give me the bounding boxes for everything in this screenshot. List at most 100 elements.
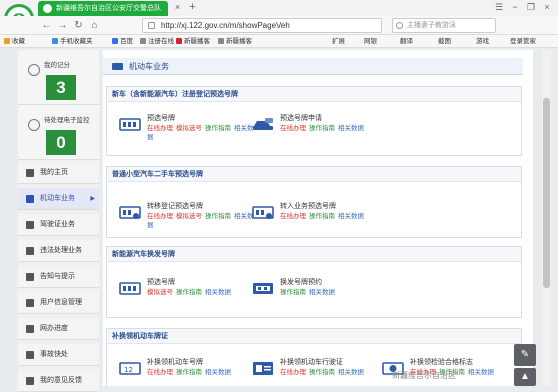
heading-text: 机动车业务	[129, 62, 169, 71]
camera-icon	[28, 119, 40, 131]
accident-icon	[26, 351, 34, 359]
bookmark-icon	[218, 38, 224, 44]
minimize-button[interactable]: −	[508, 1, 522, 14]
link-data[interactable]: 相关数据	[338, 213, 364, 220]
bookmark-item[interactable]: 新疆播客	[176, 36, 210, 47]
link-online[interactable]: 在线办理	[147, 125, 173, 132]
service-name: 预选号牌申请	[280, 115, 322, 122]
extension-item[interactable]: 网银	[364, 36, 377, 47]
service-item[interactable]: 转移登记预选号牌 在线办理 模拟选号 操作指南 相关数据	[119, 201, 259, 235]
refresh-icon[interactable]: ↻	[72, 19, 85, 32]
link-data[interactable]: 相关数据	[338, 125, 364, 132]
link-online[interactable]: 在线办理	[147, 369, 173, 376]
sidebar-item-license[interactable]: 驾驶证业务	[18, 214, 99, 236]
back-icon[interactable]: ←	[40, 19, 53, 32]
transfer-plate-icon	[119, 206, 141, 219]
link-data[interactable]: 相关数据	[468, 369, 494, 376]
service-name: 换发号牌预约	[280, 279, 322, 286]
extension-item[interactable]: 游戏	[476, 36, 489, 47]
vertical-scrollbar[interactable]	[542, 50, 551, 386]
monitor-card[interactable]: 待处理电子监控 0	[18, 105, 99, 160]
menu-label: 我的意见反馈	[40, 377, 82, 384]
main-content: 机动车业务 新车（含新能源汽车）注册登记预选号牌 预选号牌 在线办理 模拟选号 操作…	[103, 50, 533, 386]
calendar-plate-icon	[253, 283, 273, 294]
section-replace: 补换领机动车牌证 12 补换领机动车号牌 在线办理 操作指南 相关数据 补换领机动车…	[106, 328, 522, 386]
bookmark-item[interactable]: 收藏	[4, 36, 25, 47]
link-guide[interactable]: 操作指南	[205, 213, 231, 220]
browser-tab[interactable]: 新疆维吾尔自治区公安厅交警总队	[38, 1, 168, 16]
link-guide[interactable]: 操作指南	[309, 369, 335, 376]
service-links: 在线办理 操作指南 相关数据	[147, 368, 257, 377]
bookmark-item[interactable]: 手机收藏夹	[52, 36, 93, 47]
menu-icon[interactable]: ☰	[492, 1, 506, 14]
service-name: 补换领检验合格标志	[410, 359, 473, 366]
search-icon	[396, 22, 403, 29]
link-guide[interactable]: 操作指南	[176, 289, 202, 296]
forward-icon[interactable]: →	[56, 19, 69, 32]
service-links: 操作指南 相关数据	[280, 288, 390, 297]
service-links: 在线办理 操作指南 相关数据	[280, 368, 390, 377]
progress-icon	[26, 325, 34, 333]
link-simulate[interactable]: 模拟选号	[147, 289, 173, 296]
search-placeholder: 主播妻子教游泳	[407, 22, 456, 29]
extension-item[interactable]: 翻译	[400, 36, 413, 47]
address-bar[interactable]: http://xj.122.gov.cn/m/showPageVeh	[142, 18, 382, 33]
section-title: 新车（含新能源汽车）注册登记预选号牌	[107, 87, 521, 102]
link-simulate[interactable]: 模拟选号	[176, 125, 202, 132]
sidebar-item-home[interactable]: 我的主页	[18, 162, 99, 184]
user-icon	[26, 299, 34, 307]
link-data[interactable]: 相关数据	[338, 369, 364, 376]
link-online[interactable]: 在线办理	[280, 125, 306, 132]
service-name: 补换领机动车行驶证	[280, 359, 343, 366]
tab-close-icon[interactable]: ×	[172, 2, 183, 13]
sidebar-item-user[interactable]: 用户信息管理	[18, 292, 99, 314]
sidebar-item-feedback[interactable]: 我的意见反馈	[18, 370, 99, 392]
extension-item[interactable]: 截图	[438, 36, 451, 47]
bookmark-item[interactable]: 新疆播客	[218, 36, 252, 47]
link-guide[interactable]: 操作指南	[280, 289, 306, 296]
section-used-car: 普通小型汽车二手车预选号牌 转移登记预选号牌 在线办理 模拟选号 操作指南 相关数据 …	[106, 166, 522, 238]
service-item[interactable]: 预选号牌 模拟选号 操作指南 相关数据	[119, 277, 259, 311]
service-item[interactable]: 预选号牌申请 在线办理 操作指南 相关数据	[252, 113, 392, 147]
sidebar-item-vehicle[interactable]: 机动车业务 ▶	[18, 188, 99, 210]
sidebar-item-progress[interactable]: 网办进度	[18, 318, 99, 340]
link-data[interactable]: 相关数据	[205, 369, 231, 376]
service-name: 预选号牌	[147, 115, 175, 122]
service-links: 在线办理 操作指南 相关数据	[280, 212, 390, 221]
sidebar-item-violation[interactable]: 违法处理业务	[18, 240, 99, 262]
navigation-bar: ← → ↻ ⌂ http://xj.122.gov.cn/m/showPageV…	[0, 16, 558, 35]
link-data[interactable]: 相关数据	[309, 289, 335, 296]
service-name: 补换领机动车号牌	[147, 359, 203, 366]
home-icon[interactable]: ⌂	[88, 19, 101, 32]
scroll-thumb[interactable]	[543, 98, 550, 288]
restore-button[interactable]: ❐	[524, 1, 538, 14]
link-guide[interactable]: 操作指南	[309, 125, 335, 132]
link-online[interactable]: 在线办理	[280, 213, 306, 220]
content-heading: 机动车业务	[103, 58, 523, 75]
bookmark-item[interactable]: 注册在线	[140, 36, 174, 47]
service-item[interactable]: 预选号牌 在线办理 模拟选号 操作指南 相关数据	[119, 113, 259, 147]
service-item[interactable]: 转入业务预选号牌 在线办理 操作指南 相关数据	[252, 201, 392, 235]
link-guide[interactable]: 操作指南	[176, 369, 202, 376]
back-to-top-button[interactable]: ▲	[514, 368, 536, 386]
bookmark-item[interactable]: 百度	[112, 36, 133, 47]
sidebar-item-notice[interactable]: 告知与提示	[18, 266, 99, 288]
extension-item[interactable]: 扩展	[332, 36, 345, 47]
plate-icon	[119, 282, 141, 295]
link-simulate[interactable]: 模拟选号	[176, 213, 202, 220]
link-guide[interactable]: 操作指南	[205, 125, 231, 132]
search-input[interactable]: 主播妻子教游泳	[392, 18, 496, 33]
extension-item[interactable]: 登录管家	[510, 36, 536, 47]
sidebar-item-accident[interactable]: 事故快处	[18, 344, 99, 366]
link-online[interactable]: 在线办理	[280, 369, 306, 376]
edit-button[interactable]: ✎	[514, 344, 536, 366]
link-data[interactable]: 相关数据	[205, 289, 231, 296]
service-name: 转移登记预选号牌	[147, 203, 203, 210]
new-tab-button[interactable]: +	[187, 2, 198, 13]
megaphone-icon	[26, 273, 34, 281]
score-card[interactable]: 我的记分 3	[18, 50, 99, 105]
link-guide[interactable]: 操作指南	[309, 213, 335, 220]
close-window-button[interactable]: ×	[540, 1, 554, 14]
service-item[interactable]: 换发号牌预约 操作指南 相关数据	[252, 277, 392, 311]
link-online[interactable]: 在线办理	[147, 213, 173, 220]
